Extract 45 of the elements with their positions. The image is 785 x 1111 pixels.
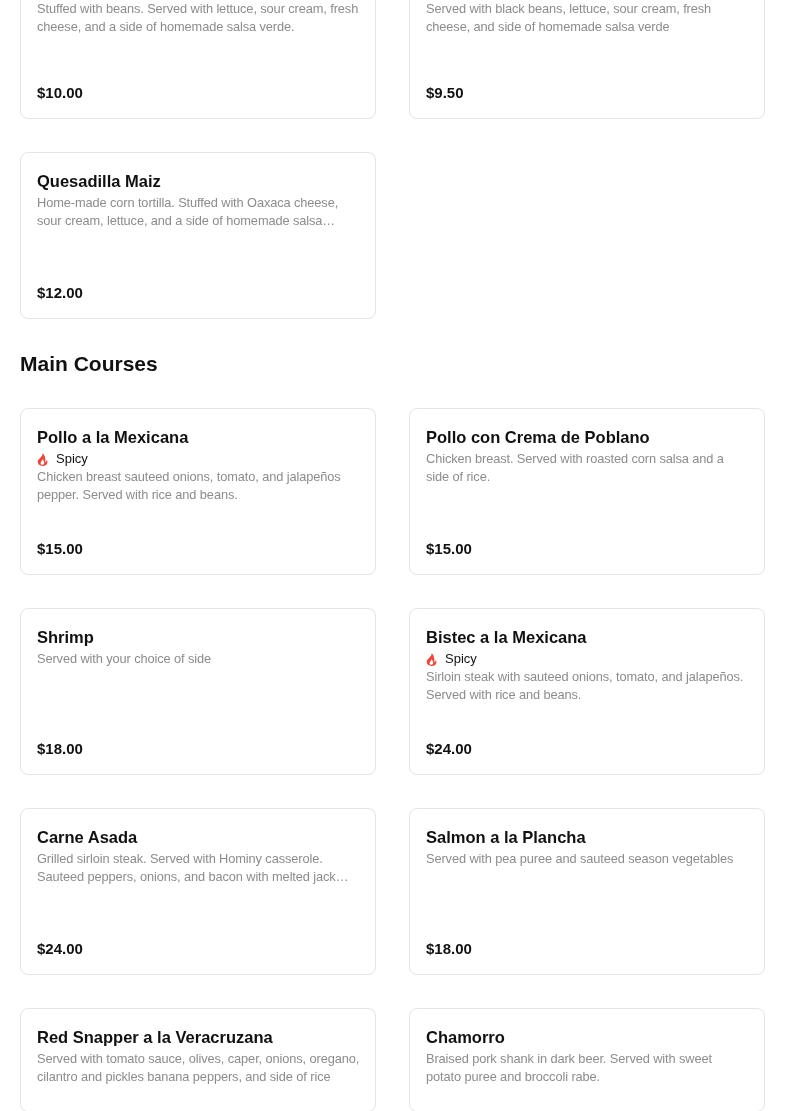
item-price: $10.00	[37, 84, 83, 102]
item-description: Chicken breast. Served with roasted corn salsa and a side of rice.	[426, 450, 725, 486]
menu-item-card[interactable]: Pollo a la Mexicana Spicy Chicken breast sauteed onions, tomato, and jalapeños pepper. Served with rice and beans. $15.00	[20, 408, 376, 575]
item-name: Quesadilla Maiz	[37, 171, 161, 192]
spicy-label: Spicy	[445, 650, 477, 668]
item-name: Bistec a la Mexicana	[426, 627, 587, 648]
item-price: $24.00	[37, 940, 83, 958]
item-description: Braised pork shank in dark beer. Served with sweet potato puree and broccoli rabe.	[426, 1050, 713, 1086]
item-price: $18.00	[426, 940, 472, 958]
item-name: Pollo con Crema de Poblano	[426, 427, 650, 448]
flame-icon	[426, 652, 437, 666]
menu-item-card[interactable]: Bistec a la Mexicana Spicy Sirloin steak with sauteed onions, tomato, and jalapeños. Served with rice and beans. $24.00	[409, 608, 765, 775]
item-price: $15.00	[37, 540, 83, 558]
menu-item-card[interactable]: Pollo con Crema de Poblano Chicken breast. Served with roasted corn salsa and a side of rice. $15.00	[409, 408, 765, 575]
item-name: Pollo a la Mexicana	[37, 427, 189, 448]
flame-icon	[37, 452, 48, 466]
section-heading: Main Courses	[20, 351, 159, 376]
item-price: $15.00	[426, 540, 472, 558]
item-name: Carne Asada	[37, 827, 138, 848]
item-description: Stuffed with beans. Served with lettuce, sour cream, fresh cheese, and a side of homemade salsa verde.	[37, 0, 360, 36]
menu-item-card[interactable]: Quesadilla Maiz Home-made corn tortilla. Stuffed with Oaxaca cheese, sour cream, lettuce, and a side of homemade salsa… $12.00	[20, 152, 376, 319]
item-price: $24.00	[426, 740, 472, 758]
menu-item-card[interactable]: Chamorro Braised pork shank in dark beer. Served with sweet potato puree and broccoli rabe.	[409, 1008, 765, 1111]
item-description: Home-made corn tortilla. Stuffed with Oaxaca cheese, sour cream, lettuce, and a side of homemade salsa…	[37, 194, 340, 230]
item-description: Served with pea puree and sauteed season vegetables	[426, 850, 735, 868]
item-name: Chamorro	[426, 1027, 505, 1048]
spicy-label: Spicy	[56, 450, 88, 468]
menu-item-card[interactable]: Carne Asada Grilled sirloin steak. Served with Hominy casserole. Sauteed peppers, onions, and bacon with melted jack… $24.00	[20, 808, 376, 975]
item-name: Salmon a la Plancha	[426, 827, 586, 848]
menu-item-card[interactable]: Shrimp Served with your choice of side $18.00	[20, 608, 376, 775]
item-name: Red Snapper a la Veracruzana	[37, 1027, 273, 1048]
item-price: $18.00	[37, 740, 83, 758]
menu-item-card[interactable]: Served with black beans, lettuce, sour cream, fresh cheese, and side of homemade salsa verde $9.50	[409, 0, 765, 119]
item-name: Shrimp	[37, 627, 94, 648]
menu-item-card[interactable]: Red Snapper a la Veracruzana Served with tomato sauce, olives, caper, onions, oregano, cilantro and pickles banana peppers, and side of rice	[20, 1008, 376, 1111]
item-description: Served with your choice of side	[37, 650, 212, 668]
item-description: Grilled sirloin steak. Served with Hominy casserole. Sauteed peppers, onions, and bacon with melted jack…	[37, 850, 350, 886]
menu-item-card[interactable]: Stuffed with beans. Served with lettuce, sour cream, fresh cheese, and a side of homemade salsa verde. $10.00	[20, 0, 376, 119]
menu-item-card[interactable]: Salmon a la Plancha Served with pea puree and sauteed season vegetables $18.00	[409, 808, 765, 975]
item-price: $12.00	[37, 284, 83, 302]
item-price: $9.50	[426, 84, 464, 102]
item-description: Chicken breast sauteed onions, tomato, and jalapeños pepper. Served with rice and beans.	[37, 468, 342, 504]
item-description: Sirloin steak with sauteed onions, tomato, and jalapeños. Served with rice and beans.	[426, 668, 745, 704]
item-description: Served with tomato sauce, olives, caper, onions, oregano, cilantro and pickles banana peppers, and side of rice	[37, 1050, 360, 1086]
item-description: Served with black beans, lettuce, sour cream, fresh cheese, and side of homemade salsa verde	[426, 0, 713, 36]
